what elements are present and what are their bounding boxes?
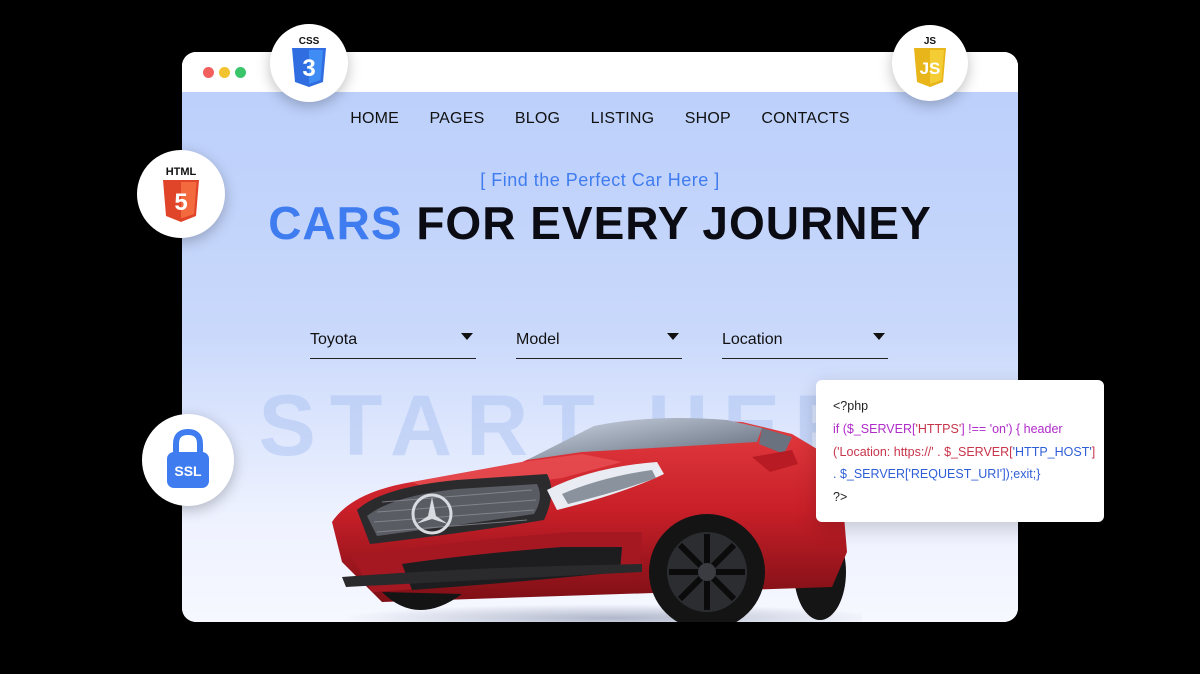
- hero-section: HOME PAGES BLOG LISTING SHOP CONTACTS [ …: [182, 92, 1018, 622]
- code-line-1: <?php: [833, 399, 869, 413]
- ssl-badge: SSL: [142, 414, 234, 506]
- nav-item-listing[interactable]: LISTING: [591, 110, 655, 128]
- nav-item-contacts[interactable]: CONTACTS: [761, 110, 849, 128]
- svg-text:5: 5: [174, 189, 187, 216]
- css-badge-label: CSS: [299, 36, 320, 47]
- js-badge: JS JS: [892, 25, 968, 101]
- svg-text:3: 3: [302, 55, 315, 82]
- css-badge: CSS 3: [270, 24, 348, 102]
- html-badge-label: HTML: [166, 166, 197, 178]
- maximize-window-dot[interactable]: [235, 67, 246, 78]
- code-line-5: ?>: [833, 490, 848, 504]
- lock-icon: SSL: [167, 428, 209, 488]
- model-select[interactable]: Model: [516, 328, 682, 359]
- javascript-icon: JS JS: [914, 36, 946, 87]
- main-nav: HOME PAGES BLOG LISTING SHOP CONTACTS: [182, 110, 1018, 128]
- nav-item-shop[interactable]: SHOP: [685, 110, 731, 128]
- location-select-value: Location: [722, 331, 783, 348]
- code-line-4: . $_SERVER['REQUEST_URI']);exit;}: [833, 467, 1041, 481]
- ssl-badge-label: SSL: [174, 463, 202, 479]
- css3-icon: CSS 3: [292, 36, 326, 87]
- location-select[interactable]: Location: [722, 328, 888, 359]
- make-select[interactable]: Toyota: [310, 328, 476, 359]
- chevron-down-icon: [667, 333, 679, 340]
- minimize-window-dot[interactable]: [219, 67, 230, 78]
- nav-item-pages[interactable]: PAGES: [430, 110, 485, 128]
- code-line-3: ('Location: https://' . $_SERVER['HTTP_H…: [833, 445, 1096, 459]
- car-image: [332, 418, 862, 622]
- nav-item-blog[interactable]: BLOG: [515, 110, 560, 128]
- html-badge: HTML 5: [137, 150, 225, 238]
- make-select-value: Toyota: [310, 331, 358, 348]
- code-line-2: if ($_SERVER['HTTPS'] !== 'on') { header: [833, 422, 1063, 436]
- headline-rest: FOR EVERY JOURNEY: [416, 197, 932, 249]
- chevron-down-icon: [461, 333, 473, 340]
- html5-icon: HTML 5: [163, 166, 199, 222]
- hero-headline: CARS FOR EVERY JOURNEY: [182, 196, 1018, 250]
- nav-item-home[interactable]: HOME: [350, 110, 399, 128]
- php-code-card: <?php if ($_SERVER['HTTPS'] !== 'on') { …: [816, 380, 1104, 522]
- close-window-dot[interactable]: [203, 67, 214, 78]
- headline-accent: CARS: [268, 197, 403, 249]
- model-select-value: Model: [516, 331, 560, 348]
- svg-text:JS: JS: [920, 59, 941, 78]
- browser-window: HOME PAGES BLOG LISTING SHOP CONTACTS [ …: [182, 52, 1018, 622]
- chevron-down-icon: [873, 333, 885, 340]
- js-badge-label: JS: [924, 36, 937, 47]
- hero-tagline: [ Find the Perfect Car Here ]: [480, 170, 720, 190]
